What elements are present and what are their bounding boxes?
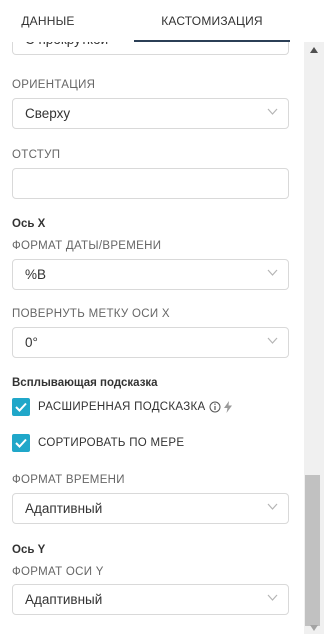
chevron-down-icon (267, 337, 278, 344)
rich-tooltip-label: РАСШИРЕННАЯ ПОДСКАЗКА (38, 401, 206, 413)
scroll-mode-select[interactable]: С прокруткой (12, 42, 289, 55)
rotate-value: 0° (25, 335, 38, 350)
x-axis-section-title: Ось X (12, 218, 46, 230)
y-axis-format-value: Адаптивный (25, 592, 103, 607)
check-icon (15, 402, 27, 412)
orientation-select[interactable]: Сверху (12, 98, 289, 129)
bolt-icon (224, 401, 233, 413)
tab-bar: ДАННЫЕ КАСТОМИЗАЦИЯ (0, 0, 304, 42)
tooltip-section-title: Всплывающая подсказка (12, 377, 158, 389)
scroll-mode-value: С прокруткой (25, 42, 108, 54)
chevron-down-icon (267, 594, 278, 601)
rotate-label: ПОВЕРНУТЬ МЕТКУ ОСИ X (12, 308, 170, 320)
customization-panel: С прокруткой ОРИЕНТАЦИЯ Сверху ОТСТУП Ос… (0, 42, 304, 634)
date-format-select[interactable]: %B (12, 259, 289, 290)
y-axis-format-select[interactable]: Адаптивный (12, 584, 289, 615)
orientation-value: Сверху (25, 106, 71, 121)
rich-tooltip-checkbox[interactable] (12, 398, 30, 416)
chevron-down-icon (267, 108, 278, 115)
tab-customization[interactable]: КАСТОМИЗАЦИЯ (134, 0, 290, 42)
sort-by-metric-checkbox[interactable] (12, 434, 30, 452)
y-axis-format-label: ФОРМАТ ОСИ Y (12, 566, 104, 578)
scroll-up-arrow-icon[interactable] (310, 47, 318, 53)
scrollbar-thumb[interactable] (305, 475, 320, 626)
check-icon (15, 438, 27, 448)
time-format-value: Адаптивный (25, 501, 103, 516)
date-format-label: ФОРМАТ ДАТЫ/ВРЕМЕНИ (12, 240, 162, 252)
padding-label: ОТСТУП (12, 149, 61, 161)
rich-tooltip-option[interactable]: РАСШИРЕННАЯ ПОДСКАЗКА (12, 398, 233, 416)
rotate-select[interactable]: 0° (12, 327, 289, 358)
time-format-select[interactable]: Адаптивный (12, 493, 289, 524)
chevron-down-icon (267, 269, 278, 276)
tab-data[interactable]: ДАННЫЕ (0, 0, 96, 42)
time-format-label: ФОРМАТ ВРЕМЕНИ (12, 474, 125, 486)
orientation-label: ОРИЕНТАЦИЯ (12, 79, 96, 91)
chevron-down-icon (267, 503, 278, 510)
sort-by-metric-option[interactable]: СОРТИРОВАТЬ ПО МЕРЕ (12, 434, 184, 452)
padding-input[interactable] (12, 168, 289, 199)
sort-by-metric-label: СОРТИРОВАТЬ ПО МЕРЕ (38, 437, 185, 449)
date-format-value: %B (25, 267, 47, 282)
info-icon[interactable] (209, 401, 221, 413)
scroll-down-arrow-icon[interactable] (310, 625, 318, 631)
y-axis-section-title: Ось Y (12, 544, 46, 556)
